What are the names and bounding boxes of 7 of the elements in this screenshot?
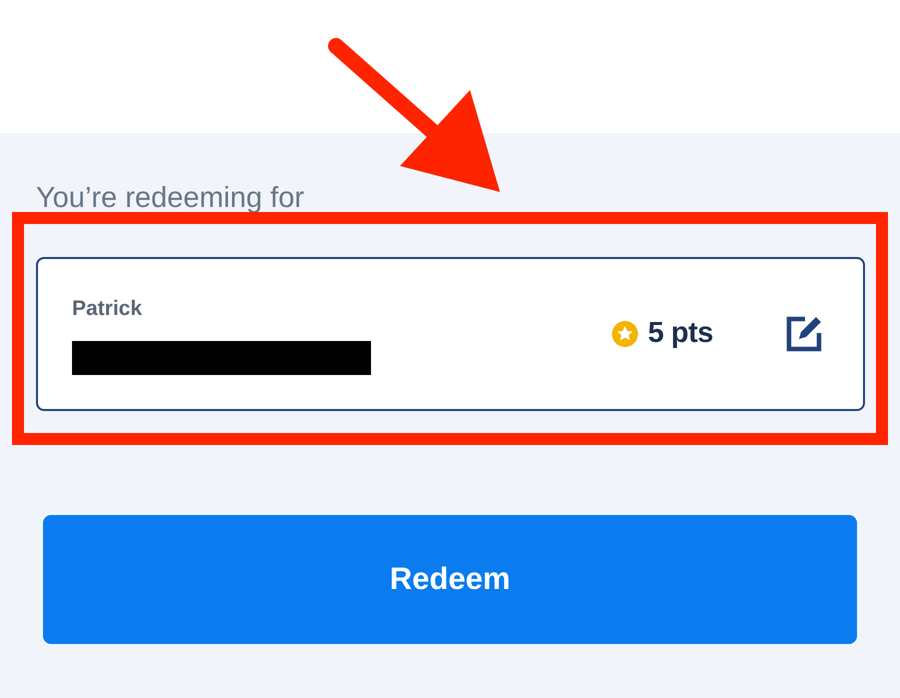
coin-icon	[612, 321, 638, 347]
recipient-name: Patrick	[72, 296, 142, 322]
prompt-text: You’re redeeming for	[36, 181, 304, 215]
recipient-card[interactable]: Patrick 5 pts	[36, 257, 865, 411]
redeem-button[interactable]: Redeem	[43, 515, 857, 644]
points-balance: 5 pts	[648, 316, 713, 352]
edit-icon[interactable]	[785, 315, 823, 353]
